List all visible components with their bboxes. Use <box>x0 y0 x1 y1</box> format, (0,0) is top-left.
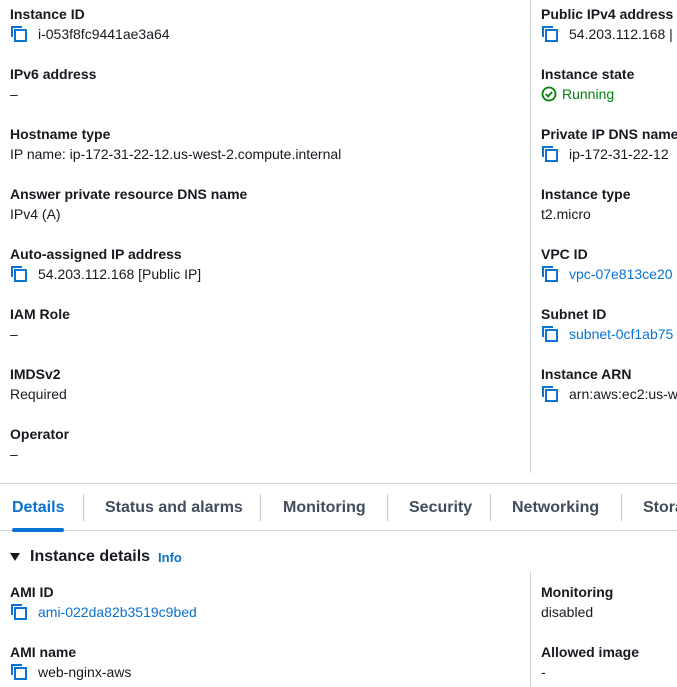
field-imdsv2: IMDSv2 Required <box>10 364 67 404</box>
caret-down-icon[interactable] <box>10 553 20 561</box>
field-value: 54.203.112.168 | <box>541 24 673 44</box>
field-private-ip-dns: Private IP DNS name ip-172-31-22-12 <box>541 124 677 164</box>
field-iam-role: IAM Role – <box>10 304 70 344</box>
column-divider <box>530 571 531 687</box>
copy-icon[interactable] <box>541 325 559 343</box>
field-label: IAM Role <box>10 306 70 322</box>
field-value: Required <box>10 386 67 402</box>
field-value: IP name: ip-172-31-22-12.us-west-2.compu… <box>10 146 342 162</box>
field-hostname-type: Hostname type IP name: ip-172-31-22-12.u… <box>10 124 341 164</box>
field-label: Operator <box>10 426 70 442</box>
detail-tabs: Details Status and alarms Monitoring Sec… <box>0 483 677 532</box>
field-label: Allowed image <box>541 644 640 660</box>
ami-name-value: web-nginx-aws <box>38 664 132 680</box>
tab-separator <box>83 494 84 521</box>
field-instance-arn: Instance ARN arn:aws:ec2:us-w <box>541 364 677 404</box>
copy-icon[interactable] <box>541 385 559 403</box>
field-ipv6-address: IPv6 address – <box>10 64 96 104</box>
field-label: Instance type <box>541 186 631 202</box>
field-label: AMI name <box>10 644 77 660</box>
field-label: Public IPv4 address <box>541 6 674 22</box>
field-value[interactable]: subnet-0cf1ab75 <box>541 324 673 344</box>
field-public-ipv4: Public IPv4 address 54.203.112.168 | <box>541 4 673 44</box>
instance-arn-value: arn:aws:ec2:us-w <box>569 386 677 402</box>
vpc-id-link[interactable]: vpc-07e813ce20 <box>569 264 673 284</box>
instance-details-header[interactable]: Instance details Info <box>10 548 182 566</box>
auto-assigned-ip-value: 54.203.112.168 [Public IP] <box>38 266 202 282</box>
copy-icon[interactable] <box>10 603 28 621</box>
field-label: IMDSv2 <box>10 366 61 382</box>
field-value: – <box>10 326 18 342</box>
field-value: 54.203.112.168 [Public IP] <box>10 264 201 284</box>
info-link[interactable]: Info <box>158 550 182 565</box>
field-monitoring: Monitoring disabled <box>541 582 613 622</box>
field-value: – <box>10 86 18 102</box>
field-value: t2.micro <box>541 206 591 222</box>
field-value: - <box>541 664 546 680</box>
field-allowed-image: Allowed image - <box>541 642 639 682</box>
field-value: IPv4 (A) <box>10 206 61 222</box>
tab-separator <box>490 494 491 521</box>
instance-state-value: Running <box>562 86 615 102</box>
field-label: Private IP DNS name <box>541 126 677 142</box>
instance-id-value: i-053f8fc9441ae3a64 <box>38 26 170 42</box>
ami-id-link[interactable]: ami-022da82b3519c9bed <box>38 602 197 622</box>
copy-icon[interactable] <box>10 663 28 681</box>
field-label: Subnet ID <box>541 306 607 322</box>
copy-icon[interactable] <box>10 265 28 283</box>
copy-icon[interactable] <box>541 25 559 43</box>
tab-separator <box>621 494 622 521</box>
field-value: – <box>10 446 18 462</box>
copy-icon[interactable] <box>541 265 559 283</box>
subnet-id-link[interactable]: subnet-0cf1ab75 <box>569 324 673 344</box>
field-value: ip-172-31-22-12 <box>541 144 677 164</box>
field-label: IPv6 address <box>10 66 97 82</box>
tab-separator <box>260 494 261 521</box>
field-auto-assigned-ip: Auto-assigned IP address 54.203.112.168 … <box>10 244 201 284</box>
copy-icon[interactable] <box>10 25 28 43</box>
field-ami-id: AMI ID ami-022da82b3519c9bed <box>10 582 197 622</box>
field-label: VPC ID <box>541 246 588 262</box>
field-subnet-id: Subnet ID subnet-0cf1ab75 <box>541 304 673 344</box>
field-label: AMI ID <box>10 584 54 600</box>
field-value[interactable]: vpc-07e813ce20 <box>541 264 673 284</box>
public-ipv4-value: 54.203.112.168 | <box>569 26 673 42</box>
private-ip-dns-value: ip-172-31-22-12 <box>569 146 669 162</box>
column-divider <box>530 0 531 473</box>
field-value: arn:aws:ec2:us-w <box>541 384 677 404</box>
field-answer-private-dns: Answer private resource DNS name IPv4 (A… <box>10 184 247 224</box>
field-label: Monitoring <box>541 584 614 600</box>
tab-security[interactable]: Security <box>409 484 472 531</box>
field-label: Answer private resource DNS name <box>10 186 248 202</box>
check-circle-icon <box>541 86 557 102</box>
field-label: Instance state <box>541 66 635 82</box>
field-vpc-id: VPC ID vpc-07e813ce20 <box>541 244 673 284</box>
field-value: i-053f8fc9441ae3a64 <box>10 24 170 44</box>
tab-storage[interactable]: Stora <box>643 484 677 531</box>
field-label: Auto-assigned IP address <box>10 246 182 262</box>
field-value: disabled <box>541 604 594 620</box>
field-value: Running <box>541 84 634 104</box>
section-title: Instance details <box>30 548 151 565</box>
field-instance-state: Instance state Running <box>541 64 634 104</box>
tab-separator <box>387 494 388 521</box>
tab-status-and-alarms[interactable]: Status and alarms <box>105 484 243 531</box>
field-instance-id: Instance ID i-053f8fc9441ae3a64 <box>10 4 170 44</box>
field-instance-type: Instance type t2.micro <box>541 184 630 224</box>
field-operator: Operator – <box>10 424 69 464</box>
field-ami-name: AMI name web-nginx-aws <box>10 642 131 682</box>
field-label: Instance ARN <box>541 366 632 382</box>
tab-networking[interactable]: Networking <box>512 484 599 531</box>
field-value[interactable]: ami-022da82b3519c9bed <box>10 602 197 622</box>
field-label: Instance ID <box>10 6 85 22</box>
field-label: Hostname type <box>10 126 111 142</box>
tab-details[interactable]: Details <box>12 484 65 532</box>
tab-monitoring[interactable]: Monitoring <box>283 484 366 531</box>
field-value: web-nginx-aws <box>10 662 131 682</box>
copy-icon[interactable] <box>541 145 559 163</box>
